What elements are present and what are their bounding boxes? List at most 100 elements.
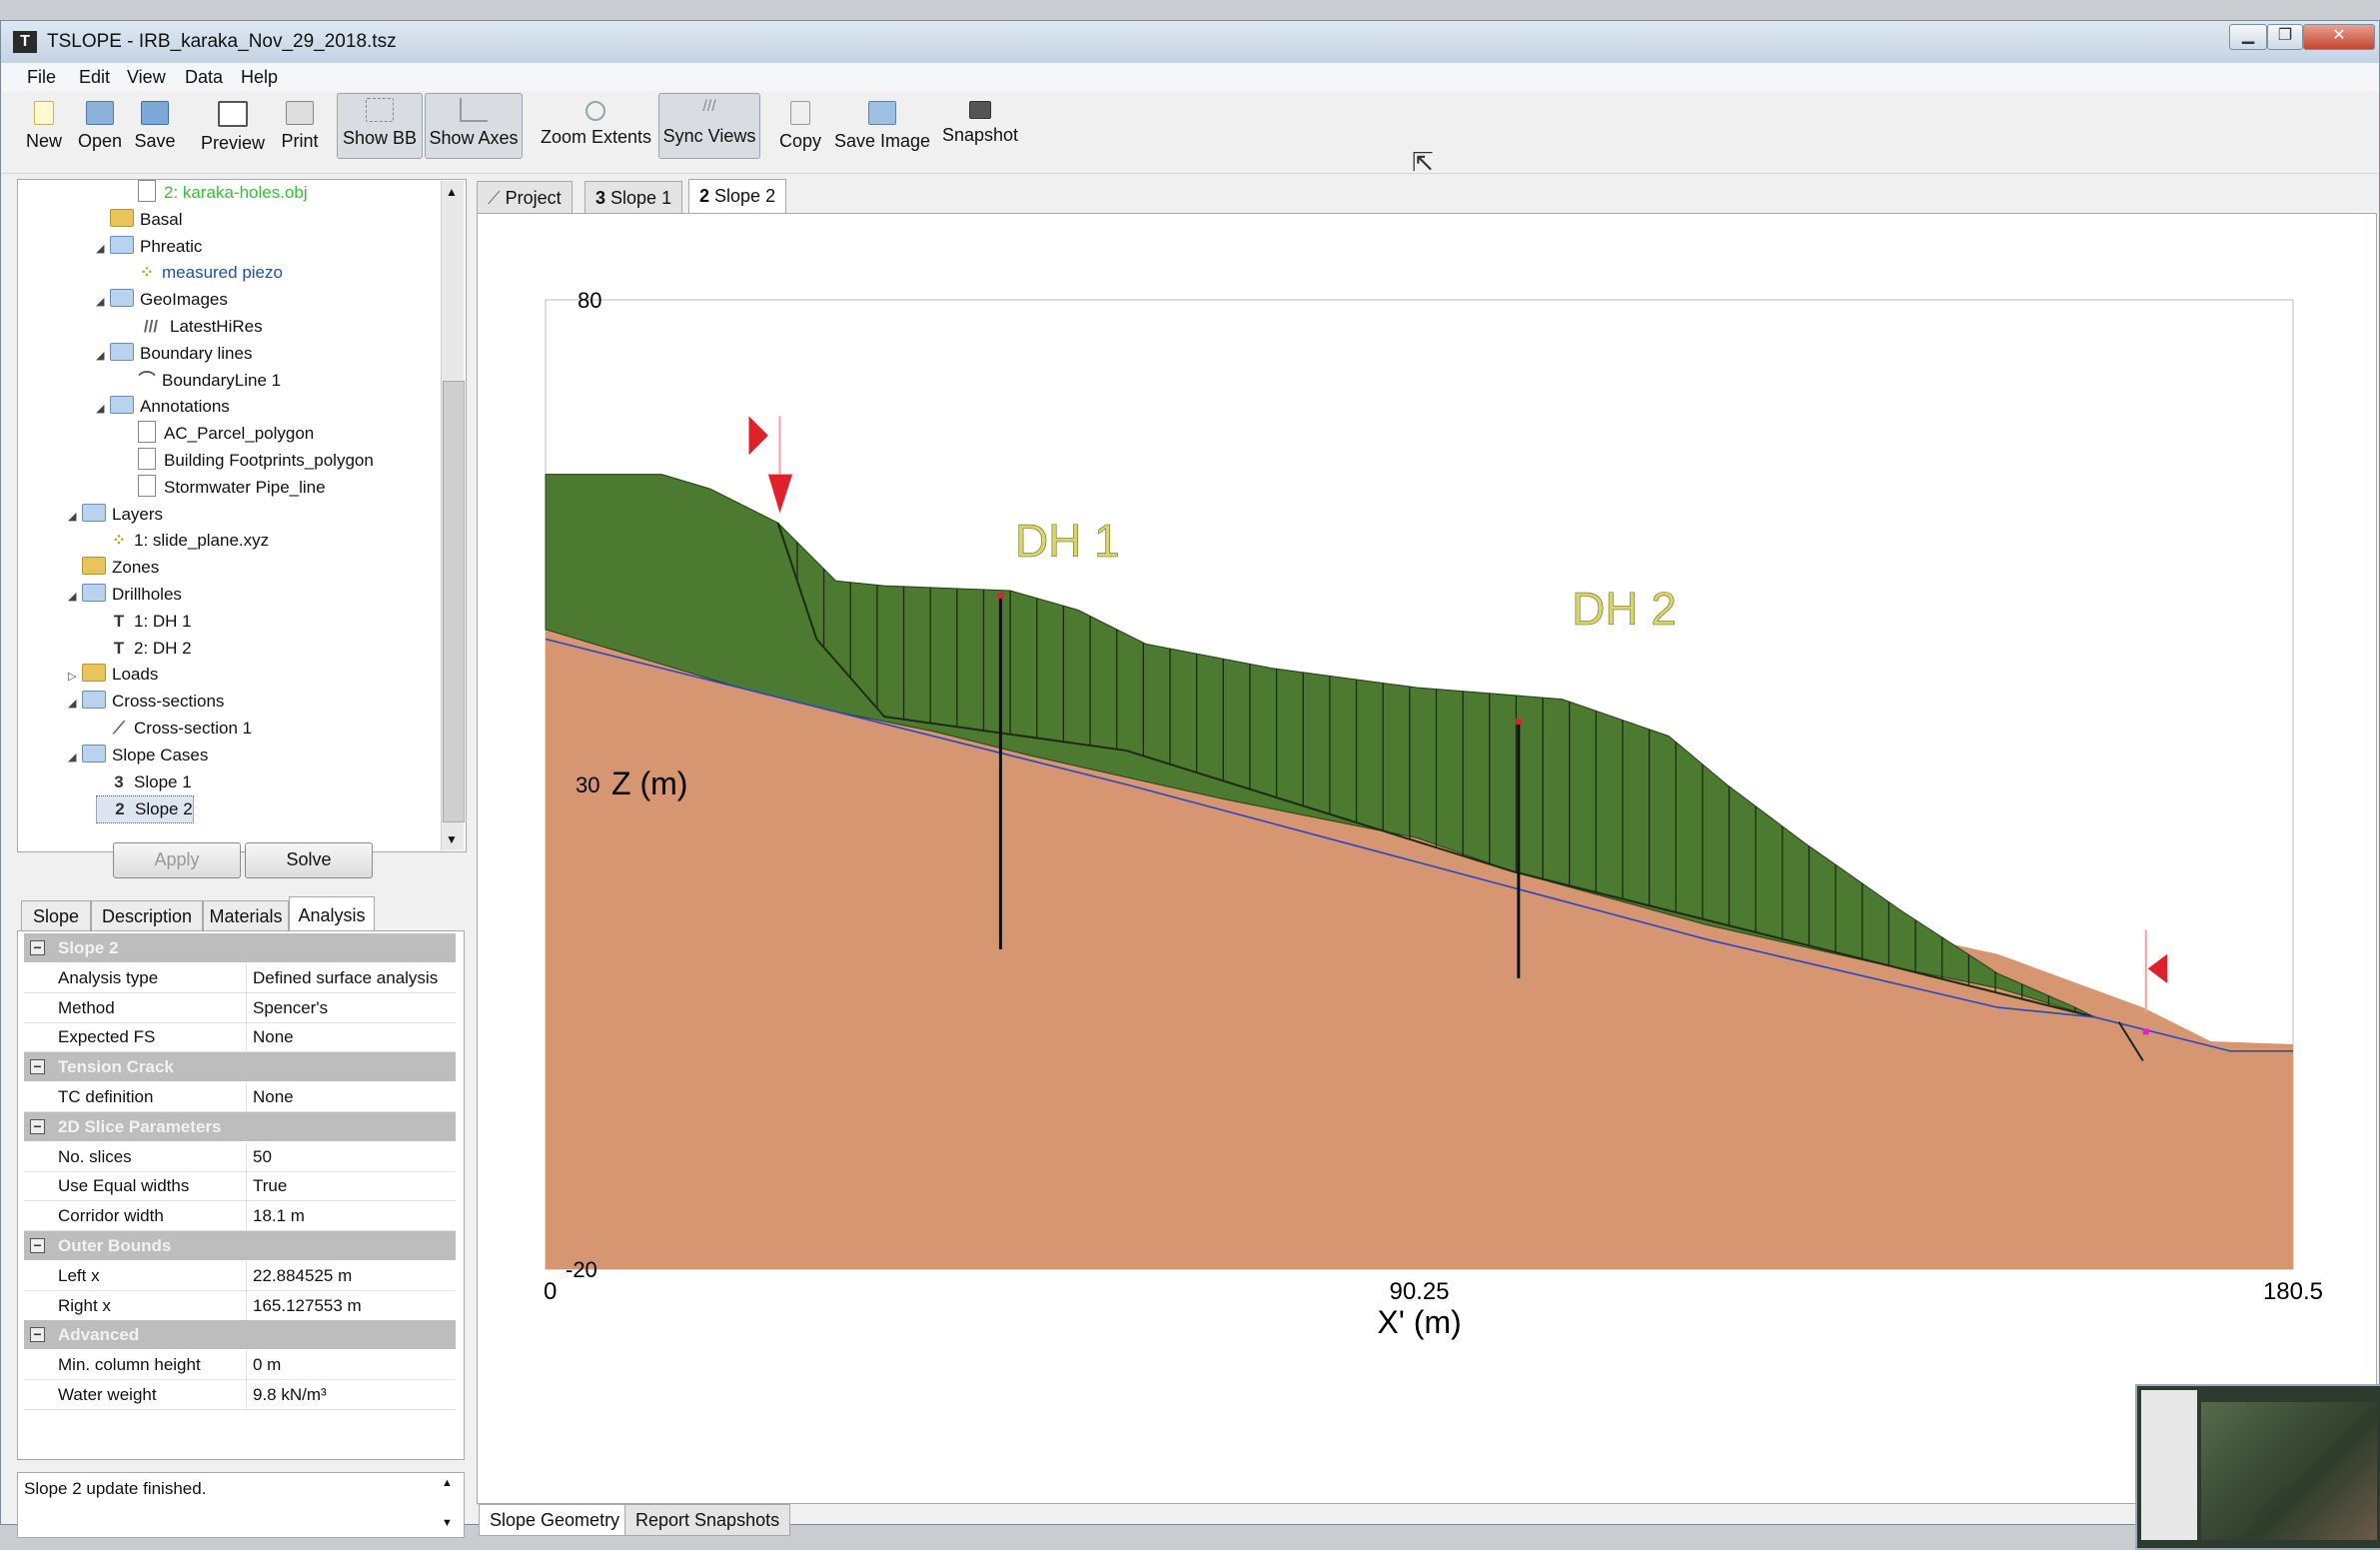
property-value[interactable]: 22.884525 m (246, 1260, 352, 1290)
collapse-arrow-icon[interactable]: ◢ (68, 504, 82, 530)
tree-item[interactable]: AC_Parcel_polygon (124, 421, 314, 447)
property-row[interactable]: Use Equal widths True (24, 1171, 456, 1202)
tree-item[interactable]: T 1: DH 1 (96, 609, 192, 635)
property-section[interactable]: − Advanced (24, 1320, 456, 1350)
collapse-arrow-icon[interactable]: ◢ (68, 691, 82, 717)
tree-item[interactable]: Building Footprints_polygon (124, 448, 374, 474)
property-value[interactable]: 18.1 m (246, 1201, 305, 1231)
collapse-arrow-icon[interactable]: ◢ (96, 289, 110, 315)
tree-item[interactable]: T 2: DH 2 (96, 636, 192, 662)
collapse-arrow-icon[interactable]: ◢ (68, 745, 82, 771)
collapse-icon[interactable]: − (30, 1059, 45, 1075)
tree-item[interactable]: ⁘ 1: slide_plane.xyz (96, 528, 269, 554)
tree-item[interactable]: Basal (96, 207, 183, 233)
tree-item[interactable]: ◢ Phreatic (96, 234, 202, 260)
property-value[interactable]: 0 m (246, 1350, 281, 1380)
property-row[interactable]: No. slices 50 (24, 1141, 456, 1172)
tab-slope[interactable]: Slope (21, 900, 91, 931)
tree-item[interactable]: ◢ Annotations (96, 394, 230, 420)
show-bb-toggle[interactable]: Show BB (337, 93, 423, 159)
property-row[interactable]: Min. column height 0 m (24, 1350, 456, 1381)
menu-help[interactable]: Help (241, 67, 278, 88)
tab-slope-1[interactable]: 3 Slope 1 (585, 181, 683, 214)
property-row[interactable]: Method Spencer's (24, 992, 456, 1023)
scroll-down-icon[interactable]: ▼ (446, 832, 458, 846)
tree-scrollbar[interactable]: ▲ ▼ (441, 181, 465, 850)
collapse-icon[interactable]: − (30, 1118, 45, 1134)
menu-data[interactable]: Data (185, 67, 223, 88)
property-value[interactable]: Defined surface analysis (246, 962, 438, 992)
property-value[interactable]: True (246, 1171, 287, 1201)
collapse-icon[interactable]: − (30, 940, 45, 955)
property-section[interactable]: − Slope 2 (24, 933, 456, 962)
menu-file[interactable]: File (27, 67, 56, 88)
collapse-icon[interactable]: − (30, 1238, 45, 1253)
tree-item[interactable]: 3 Slope 1 (96, 770, 191, 795)
property-section[interactable]: − Tension Crack (24, 1052, 456, 1082)
collapse-arrow-icon[interactable]: ◢ (96, 396, 110, 422)
property-value[interactable]: 50 (246, 1141, 272, 1171)
property-section[interactable]: −2D Slice Parameters (24, 1111, 456, 1141)
tree-item[interactable]: ◢ GeoImages (96, 287, 228, 313)
menu-edit[interactable]: Edit (79, 67, 110, 88)
project-tree[interactable]: 2: karaka-holes.obj Basal ◢ Phreatic ⁘ measur… (17, 179, 467, 852)
tab-report-snapshots[interactable]: Report Snapshots (624, 1504, 791, 1536)
print-button[interactable]: Print (277, 97, 323, 151)
tree-item[interactable]: ◢ Cross-sections (68, 689, 224, 715)
taskbar-thumbnail[interactable] (2135, 1384, 2380, 1550)
status-scroll-up-icon[interactable]: ▲ (442, 1477, 453, 1489)
new-button[interactable]: New (21, 97, 67, 151)
tree-item[interactable]: Stormwater Pipe_line (124, 474, 326, 501)
save-button[interactable]: Save (133, 97, 177, 151)
tree-item[interactable]: ◢ Drillholes (68, 582, 182, 608)
property-value[interactable]: None (246, 1022, 294, 1052)
property-value[interactable]: 9.8 kN/m³ (246, 1380, 327, 1409)
tree-item[interactable]: Zones (68, 555, 159, 581)
apply-button[interactable]: Apply (113, 842, 241, 878)
save-image-button[interactable]: Save Image (834, 97, 930, 151)
property-value[interactable]: 165.127553 m (246, 1290, 362, 1320)
tree-item[interactable]: /// LatestHiRes (124, 314, 263, 340)
tab-materials[interactable]: Materials (203, 900, 289, 931)
expand-arrow-icon[interactable]: ▷ (68, 664, 82, 690)
sync-views-toggle[interactable]: /// Sync Views (658, 93, 760, 159)
zoom-extents-button[interactable]: Zoom Extents (541, 97, 651, 151)
tree-item[interactable]: ⌒ BoundaryLine 1 (124, 368, 282, 394)
collapse-arrow-icon[interactable]: ◢ (68, 584, 82, 610)
copy-button[interactable]: Copy (776, 97, 824, 151)
property-value[interactable]: Spencer's (246, 992, 328, 1022)
tab-slope-2[interactable]: 2 Slope 2 (688, 179, 787, 216)
property-section[interactable]: − Outer Bounds (24, 1231, 456, 1260)
tab-analysis[interactable]: Analysis (289, 896, 375, 933)
tree-item[interactable]: ◢ Layers (68, 502, 163, 528)
minimize-button[interactable]: ▁ (2229, 24, 2267, 50)
property-row[interactable]: Corridor width 18.1 m (24, 1201, 456, 1232)
tab-project[interactable]: ⟋ Project (477, 181, 573, 214)
snapshot-button[interactable]: Snapshot (940, 97, 1020, 151)
tree-item[interactable]: ◢ Slope Cases (68, 743, 208, 769)
collapse-arrow-icon[interactable]: ◢ (96, 236, 110, 262)
menu-view[interactable]: View (127, 67, 166, 88)
tree-item[interactable]: 2 Slope 2 (96, 795, 194, 824)
slope-view[interactable]: DH 1 DH 2 0 90.25 180.5 X' (m) 80 30 -20 Z (m) (477, 213, 2377, 1504)
tab-slope-geometry[interactable]: Slope Geometry (479, 1504, 631, 1536)
show-axes-toggle[interactable]: Show Axes (425, 93, 523, 159)
tree-item[interactable]: ⟋ Cross-section 1 (96, 716, 252, 742)
collapse-icon[interactable]: − (30, 1327, 45, 1343)
status-scroll-down-icon[interactable]: ▼ (442, 1517, 453, 1529)
open-button[interactable]: Open (75, 97, 125, 151)
tree-item[interactable]: ▷ Loads (68, 662, 158, 688)
close-button[interactable]: ✕ (2303, 24, 2375, 50)
property-row[interactable]: Analysis type Defined surface analysis (24, 962, 456, 993)
tab-description[interactable]: Description (91, 900, 203, 931)
property-value[interactable]: None (246, 1082, 294, 1111)
tree-item[interactable]: ⁘ measured piezo (124, 260, 283, 286)
solve-button[interactable]: Solve (245, 842, 373, 878)
preview-button[interactable]: Preview (199, 97, 267, 153)
property-row[interactable]: Expected FS None (24, 1022, 456, 1053)
restore-button[interactable]: ❐ (2267, 24, 2303, 50)
scroll-up-icon[interactable]: ▲ (446, 185, 458, 199)
property-row[interactable]: Left x 22.884525 m (24, 1260, 456, 1291)
cross-section-plot[interactable]: DH 1 DH 2 0 90.25 180.5 X' (m) 80 30 -20 Z (m) (478, 214, 2376, 1503)
tree-item[interactable]: 2: karaka-holes.obj (124, 180, 308, 206)
